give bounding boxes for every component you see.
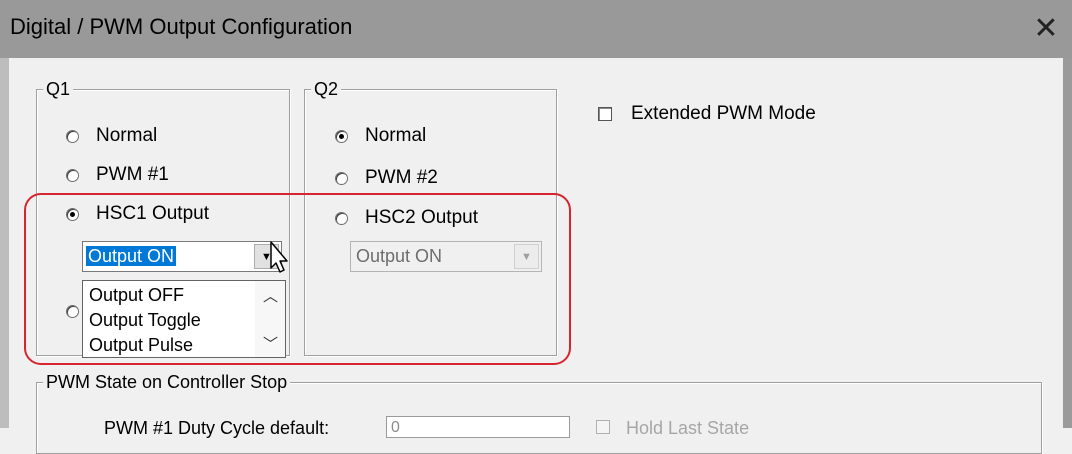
title-bar: Digital / PWM Output Configuration ✕	[0, 0, 1072, 58]
mouse-pointer-icon	[270, 241, 288, 273]
pwm1-duty-label: PWM #1 Duty Cycle default:	[104, 418, 330, 438]
q2-normal-label: Normal	[365, 125, 427, 146]
pwm1-duty-value: 0	[391, 419, 400, 436]
close-icon[interactable]: ✕	[1024, 6, 1068, 50]
q1-legend: Q1	[43, 78, 74, 100]
q2-radio-pwm2[interactable]: PWM #2	[335, 167, 438, 189]
window-left-edge	[0, 58, 9, 428]
q1-normal-label: Normal	[96, 125, 158, 146]
extended-pwm-label: Extended PWM Mode	[631, 103, 816, 124]
annotation-highlight	[24, 193, 571, 365]
window-title: Digital / PWM Output Configuration	[10, 14, 353, 39]
hold-last-state-label: Hold Last State	[626, 418, 750, 438]
window-right-edge	[1063, 58, 1072, 428]
pwm1-duty-input[interactable]: 0	[386, 416, 570, 438]
q2-legend: Q2	[311, 78, 342, 100]
hold-last-state-checkbox[interactable]	[596, 420, 610, 434]
q1-radio-pwm1[interactable]: PWM #1	[66, 164, 169, 186]
radio-indicator	[335, 171, 348, 185]
q1-radio-normal[interactable]: Normal	[66, 125, 157, 147]
checkbox-box	[598, 107, 612, 121]
radio-indicator	[66, 129, 79, 143]
q1-pwm1-label: PWM #1	[96, 164, 169, 185]
q2-pwm2-label: PWM #2	[365, 167, 438, 188]
extended-pwm-checkbox[interactable]: Extended PWM Mode	[598, 103, 816, 125]
q2-radio-normal[interactable]: Normal	[335, 125, 426, 147]
radio-indicator	[335, 129, 348, 143]
radio-indicator	[66, 168, 79, 182]
pwm-stop-legend: PWM State on Controller Stop	[43, 371, 291, 393]
